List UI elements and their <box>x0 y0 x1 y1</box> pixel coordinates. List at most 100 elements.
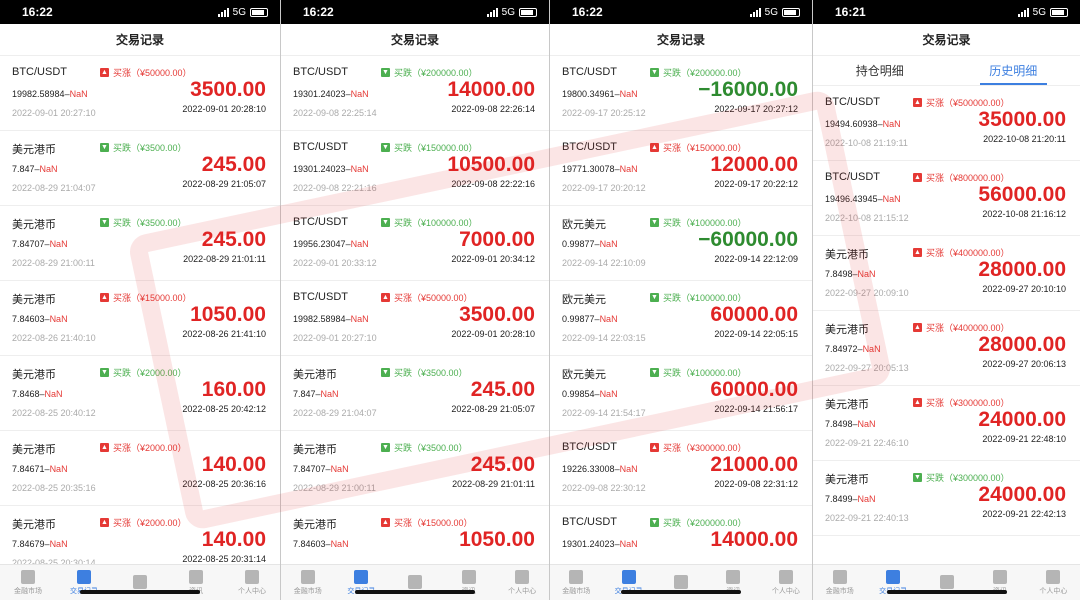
tab-history[interactable]: 历史明细 <box>947 56 1080 85</box>
trade-symbol: BTC/USDT <box>825 96 880 108</box>
trade-record[interactable]: BTC/USDT ▲ 买涨（¥800000.00） 19496.43945–NaN 20… <box>813 161 1080 236</box>
nav-profile[interactable]: 个人中心 <box>1027 565 1080 600</box>
trade-symbol: 美元港币 <box>293 519 337 531</box>
nav-chat[interactable] <box>920 565 973 600</box>
open-time: 2022-08-25 20:35:16 <box>12 483 96 493</box>
trade-record[interactable]: 美元港币 ▼ 买跌（¥3500.00） 7.847–NaN 2022-08-29 21:… <box>281 356 549 431</box>
trade-record[interactable]: BTC/USDT ▲ 买涨（¥300000.00） 19226.33008–NaN 20… <box>550 431 812 506</box>
nav-chat[interactable] <box>112 565 168 600</box>
arrow-up-icon: ▲ <box>381 518 390 527</box>
nav-chat[interactable] <box>388 565 442 600</box>
message-icon <box>407 574 422 589</box>
trade-record[interactable]: BTC/USDT ▼ 买跌（¥200000.00） 19301.24023–NaN 20… <box>281 56 549 131</box>
trade-record[interactable]: BTC/USDT ▼ 买跌（¥150000.00） 19301.24023–NaN 20… <box>281 131 549 206</box>
arrow-down-icon: ▼ <box>913 473 922 482</box>
battery-icon <box>250 7 268 17</box>
trade-record[interactable]: 美元港币 ▼ 买跌（¥300000.00） 7.8499–NaN 2022-09-21 … <box>813 461 1080 536</box>
trade-profit: 245.00 <box>201 153 266 176</box>
trade-profit: 28000.00 <box>978 258 1066 281</box>
nav-profile[interactable]: 个人中心 <box>495 565 549 600</box>
message-icon <box>939 574 954 589</box>
trade-record[interactable]: 美元港币 ▼ 买跌（¥3500.00） 7.847–NaN 2022-08-29 21:… <box>0 131 280 206</box>
close-price-value: NaN <box>619 464 638 474</box>
open-price: 19982.58984–NaN <box>12 89 88 99</box>
status-time: 16:22 <box>22 5 53 19</box>
trade-symbol: BTC/USDT <box>293 291 348 303</box>
trade-record[interactable]: BTC/USDT ▼ 买跌（¥200000.00） 19800.34961–NaN 20… <box>550 56 812 131</box>
nav-chat[interactable] <box>655 565 707 600</box>
open-price-value: 19301.24023 <box>293 89 346 99</box>
arrow-down-icon: ▼ <box>100 143 109 152</box>
open-price: 7.84603–NaN <box>12 314 68 324</box>
nav-news[interactable]: 资讯 <box>707 565 759 600</box>
trade-record[interactable]: 美元港币 ▼ 买跌（¥3500.00） 7.84707–NaN 2022-08-29 2… <box>281 431 549 506</box>
trade-profit: −16000.00 <box>698 78 798 101</box>
trade-record[interactable]: 美元港币 ▲ 买涨（¥400000.00） 7.84972–NaN 2022-09-27… <box>813 311 1080 386</box>
nav-trade-records[interactable]: 交易记录 <box>335 565 389 600</box>
trade-direction-label: 买涨（¥15000.00） <box>113 293 192 303</box>
trade-symbol: 美元港币 <box>12 519 56 531</box>
nav-market[interactable]: 金融市场 <box>281 565 335 600</box>
arrow-up-icon: ▲ <box>100 68 109 77</box>
nav-market[interactable]: 金融市场 <box>550 565 602 600</box>
clipboard-icon <box>886 569 901 584</box>
nav-market[interactable]: 金融市场 <box>0 565 56 600</box>
open-price-value: 0.99854 <box>562 389 595 399</box>
close-price-value: NaN <box>599 389 618 399</box>
trade-profit: 60000.00 <box>710 378 798 401</box>
trade-record[interactable]: BTC/USDT ▼ 买跌（¥100000.00） 19956.23047–NaN 20… <box>281 206 549 281</box>
arrow-up-icon: ▲ <box>100 293 109 302</box>
open-price: 19956.23047–NaN <box>293 239 369 249</box>
trade-symbol: 美元港币 <box>12 144 56 156</box>
open-price: 0.99877–NaN <box>562 239 618 249</box>
trade-record[interactable]: 美元港币 ▼ 买跌（¥2000.00） 7.8468–NaN 2022-08-25 20… <box>0 356 280 431</box>
close-price-value: NaN <box>44 389 63 399</box>
trade-symbol: 美元港币 <box>12 219 56 231</box>
close-time: 2022-09-21 22:48:10 <box>982 434 1066 444</box>
nav-trade-records[interactable]: 交易记录 <box>602 565 654 600</box>
trade-record[interactable]: 美元港币 ▲ 买涨（¥400000.00） 7.8498–NaN 2022-09-27 … <box>813 236 1080 311</box>
battery-icon <box>782 7 800 17</box>
trade-direction: ▲ 买涨（¥50000.00） <box>100 66 192 79</box>
close-time: 2022-08-29 21:01:11 <box>183 254 266 264</box>
trade-record[interactable]: BTC/USDT ▲ 买涨（¥150000.00） 19771.30078–NaN 20… <box>550 131 812 206</box>
battery-icon <box>519 7 537 17</box>
trade-record[interactable]: BTC/USDT ▲ 买涨（¥50000.00） 19982.58984–NaN 202… <box>281 281 549 356</box>
nav-news[interactable]: 资讯 <box>973 565 1026 600</box>
nav-news[interactable]: 资讯 <box>442 565 496 600</box>
open-time: 2022-08-29 21:00:11 <box>12 258 95 268</box>
open-price: 19982.58984–NaN <box>293 314 369 324</box>
trade-record[interactable]: 美元港币 ▲ 买涨（¥2000.00） 7.84671–NaN 2022-08-25 2… <box>0 431 280 506</box>
trade-profit: −60000.00 <box>698 228 798 251</box>
bottom-nav: 金融市场 交易记录 资讯个人中心 <box>0 564 280 600</box>
nav-market[interactable]: 金融市场 <box>813 565 866 600</box>
nav-news[interactable]: 资讯 <box>168 565 224 600</box>
trade-record[interactable]: BTC/USDT ▲ 买涨（¥500000.00） 19494.60938–NaN 20… <box>813 86 1080 161</box>
nav-trade-records[interactable]: 交易记录 <box>56 565 112 600</box>
status-bar: 16:22 5G <box>0 0 280 24</box>
trade-record[interactable]: BTC/USDT ▲ 买涨（¥50000.00） 19982.58984–NaN 202… <box>0 56 280 131</box>
trade-record[interactable]: 欧元美元 ▼ 买跌（¥100000.00） 0.99877–NaN 2022-09-14… <box>550 206 812 281</box>
close-price-value: NaN <box>882 194 901 204</box>
page-title: 交易记录 <box>550 24 812 56</box>
open-price-value: 7.84603 <box>12 314 45 324</box>
trade-record[interactable]: 欧元美元 ▼ 买跌（¥100000.00） 0.99854–NaN 2022-09-14… <box>550 356 812 431</box>
arrow-down-icon: ▼ <box>381 143 390 152</box>
nav-profile[interactable]: 个人中心 <box>760 565 812 600</box>
close-price-value: NaN <box>599 314 618 324</box>
trade-symbol: 美元港币 <box>825 324 869 336</box>
nav-profile[interactable]: 个人中心 <box>224 565 280 600</box>
bottom-nav: 金融市场 交易记录 资讯个人中心 <box>813 564 1080 600</box>
nav-trade-records[interactable]: 交易记录 <box>866 565 919 600</box>
close-time: 2022-08-29 21:05:07 <box>182 179 266 189</box>
trade-symbol: BTC/USDT <box>562 516 617 528</box>
trade-record[interactable]: 美元港币 ▲ 买涨（¥300000.00） 7.8498–NaN 2022-09-21 … <box>813 386 1080 461</box>
trade-record[interactable]: 美元港币 ▼ 买跌（¥3500.00） 7.84707–NaN 2022-08-29 2… <box>0 206 280 281</box>
network-type: 5G <box>501 6 515 18</box>
trade-record[interactable]: 欧元美元 ▼ 买跌（¥100000.00） 0.99877–NaN 2022-09-14… <box>550 281 812 356</box>
arrow-up-icon: ▲ <box>381 293 390 302</box>
close-time: 2022-10-08 21:16:12 <box>982 209 1066 219</box>
trade-profit: 14000.00 <box>447 78 535 101</box>
tab-holdings[interactable]: 持仓明细 <box>813 56 947 85</box>
trade-record[interactable]: 美元港币 ▲ 买涨（¥15000.00） 7.84603–NaN 2022-08-26 … <box>0 281 280 356</box>
